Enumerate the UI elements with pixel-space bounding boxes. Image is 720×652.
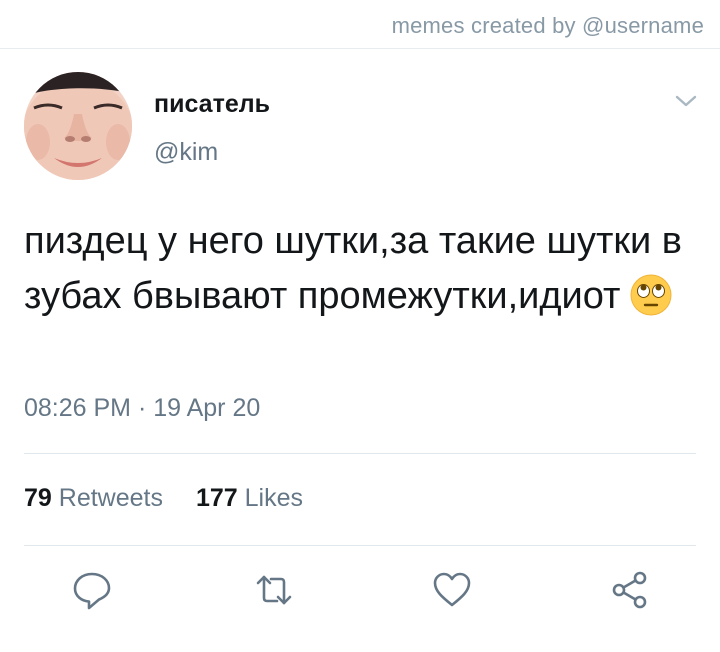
- likes-stat[interactable]: 177 Likes: [196, 484, 303, 512]
- face-with-rolling-eyes-icon: [630, 274, 672, 316]
- tweet-timestamp[interactable]: 08:26 PM · 19 Apr 20: [24, 394, 260, 423]
- tweet-text: пиздец у него шутки,за такие шутки в зуб…: [24, 220, 682, 317]
- watermark-text: memes created by @username: [391, 13, 704, 38]
- likes-label: Likes: [244, 484, 303, 512]
- retweets-count: 79: [24, 484, 52, 512]
- speech-bubble-icon: [73, 572, 111, 610]
- tweet-stats: 79 Retweets 177 Likes: [24, 484, 329, 513]
- retweets-label: Retweets: [58, 484, 163, 512]
- divider: [24, 453, 696, 454]
- retweet-button[interactable]: [252, 568, 296, 612]
- tweet-body: пиздец у него шутки,за такие шутки в зуб…: [24, 214, 684, 324]
- share-button[interactable]: [608, 568, 652, 612]
- reply-button[interactable]: [70, 568, 114, 612]
- watermark-bar: memes created by @username: [0, 0, 720, 49]
- user-handle[interactable]: @kim: [154, 138, 218, 167]
- retweet-icon: [256, 575, 292, 605]
- like-button[interactable]: [430, 568, 474, 612]
- share-icon: [612, 571, 647, 609]
- heart-icon: [433, 572, 471, 607]
- avatar-photo: [24, 72, 132, 180]
- chevron-down-icon[interactable]: [674, 92, 698, 110]
- avatar[interactable]: [24, 72, 132, 180]
- retweets-stat[interactable]: 79 Retweets: [24, 484, 163, 512]
- likes-count: 177: [195, 484, 238, 512]
- display-name[interactable]: писатель: [154, 90, 270, 119]
- divider: [24, 545, 696, 546]
